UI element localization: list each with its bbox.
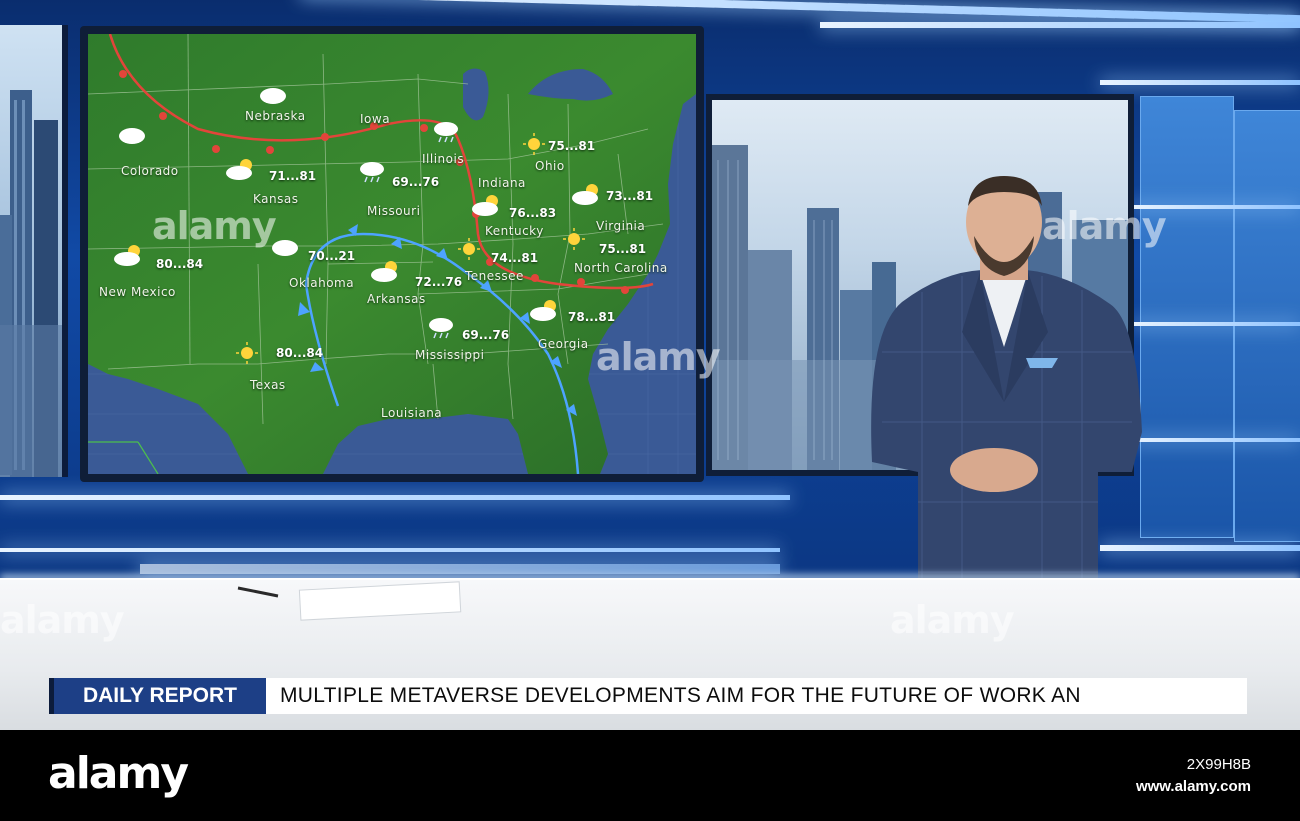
watermark: alamy [152, 204, 277, 248]
weather-map: Nebraska Iowa Colorado Illinois Ohio Kan… [88, 34, 696, 474]
temperature-label: 71...81 [269, 169, 317, 183]
alamy-logo: alamy [48, 748, 189, 799]
city-skyline [0, 90, 62, 477]
state-label: Iowa [360, 112, 391, 126]
state-label: Tenessee [465, 269, 524, 283]
state-label: Ohio [535, 159, 565, 173]
temperature-label: 74...81 [491, 251, 539, 265]
left-city-panel [0, 25, 68, 477]
ceiling-light-strip [1100, 80, 1300, 85]
temperature-label: 75...81 [599, 242, 647, 256]
partly-cloudy-icon [114, 245, 140, 266]
studio-pillar [1140, 96, 1234, 538]
temperature-label: 80...84 [276, 346, 324, 360]
pillar-light [1130, 438, 1300, 442]
floor-light-strip [0, 495, 790, 500]
partly-cloudy-icon [530, 300, 556, 321]
temperature-label: 72...76 [415, 275, 463, 289]
ceiling-light-strip [820, 22, 1300, 28]
temperature-label: 70...21 [308, 249, 356, 263]
state-label: Arkansas [367, 292, 426, 306]
temperature-label: 78...81 [568, 310, 616, 324]
state-label: Oklahoma [289, 276, 355, 290]
floor-light-strip [0, 548, 780, 552]
partly-cloudy-icon [371, 261, 397, 282]
ticker-headline: MULTIPLE METAVERSE DEVELOPMENTS AIM FOR … [280, 684, 1081, 707]
partly-cloudy-icon [472, 195, 498, 216]
rain-cloud-icon [360, 162, 384, 183]
studio-pillar [1234, 110, 1300, 542]
state-label: Virginia [596, 219, 646, 233]
sun-icon [563, 228, 585, 250]
partly-cloudy-icon [572, 184, 598, 205]
temperature-label: 76...83 [509, 206, 557, 220]
state-label: Kentucky [485, 224, 544, 238]
sun-icon [458, 238, 480, 260]
temperature-label: 69...76 [462, 328, 510, 342]
broadcast-scene: Nebraska Iowa Colorado Illinois Ohio Kan… [0, 0, 1300, 821]
temperature-label: 80...84 [156, 257, 204, 271]
ticker-badge: DAILY REPORT [49, 678, 266, 714]
footer-bar [0, 730, 1300, 821]
state-label: North Carolina [574, 261, 668, 275]
sun-icon [236, 342, 258, 364]
footer-url: www.alamy.com [1135, 778, 1251, 795]
cloud-icon [260, 88, 286, 104]
state-label: Missouri [367, 204, 421, 218]
news-ticker: DAILY REPORT MULTIPLE METAVERSE DEVELOPM… [49, 678, 1247, 714]
watermark: alamy [596, 335, 721, 379]
rain-cloud-icon [429, 318, 453, 339]
state-label: Louisiana [381, 406, 443, 420]
image-id: 2X99H8B [1186, 756, 1251, 773]
state-label: Texas [250, 378, 286, 392]
state-label: Colorado [121, 164, 179, 178]
floor-light-strip [140, 564, 780, 574]
temperature-label: 69...76 [392, 175, 440, 189]
watermark: alamy [890, 598, 1015, 642]
partly-cloudy-icon [226, 159, 252, 180]
temperature-label: 73...81 [606, 189, 654, 203]
watermark: alamy [0, 598, 125, 642]
state-label: New Mexico [99, 285, 176, 299]
sun-icon [523, 133, 545, 155]
state-label: Nebraska [245, 109, 306, 123]
pillar-light [1130, 322, 1300, 326]
state-label: Indiana [478, 176, 526, 190]
state-label: Mississippi [415, 348, 485, 362]
state-label: Georgia [538, 337, 589, 351]
rain-cloud-icon [434, 122, 458, 143]
state-label: Illinois [422, 152, 465, 166]
cloud-icon [119, 128, 145, 144]
watermark: alamy [1042, 204, 1167, 248]
